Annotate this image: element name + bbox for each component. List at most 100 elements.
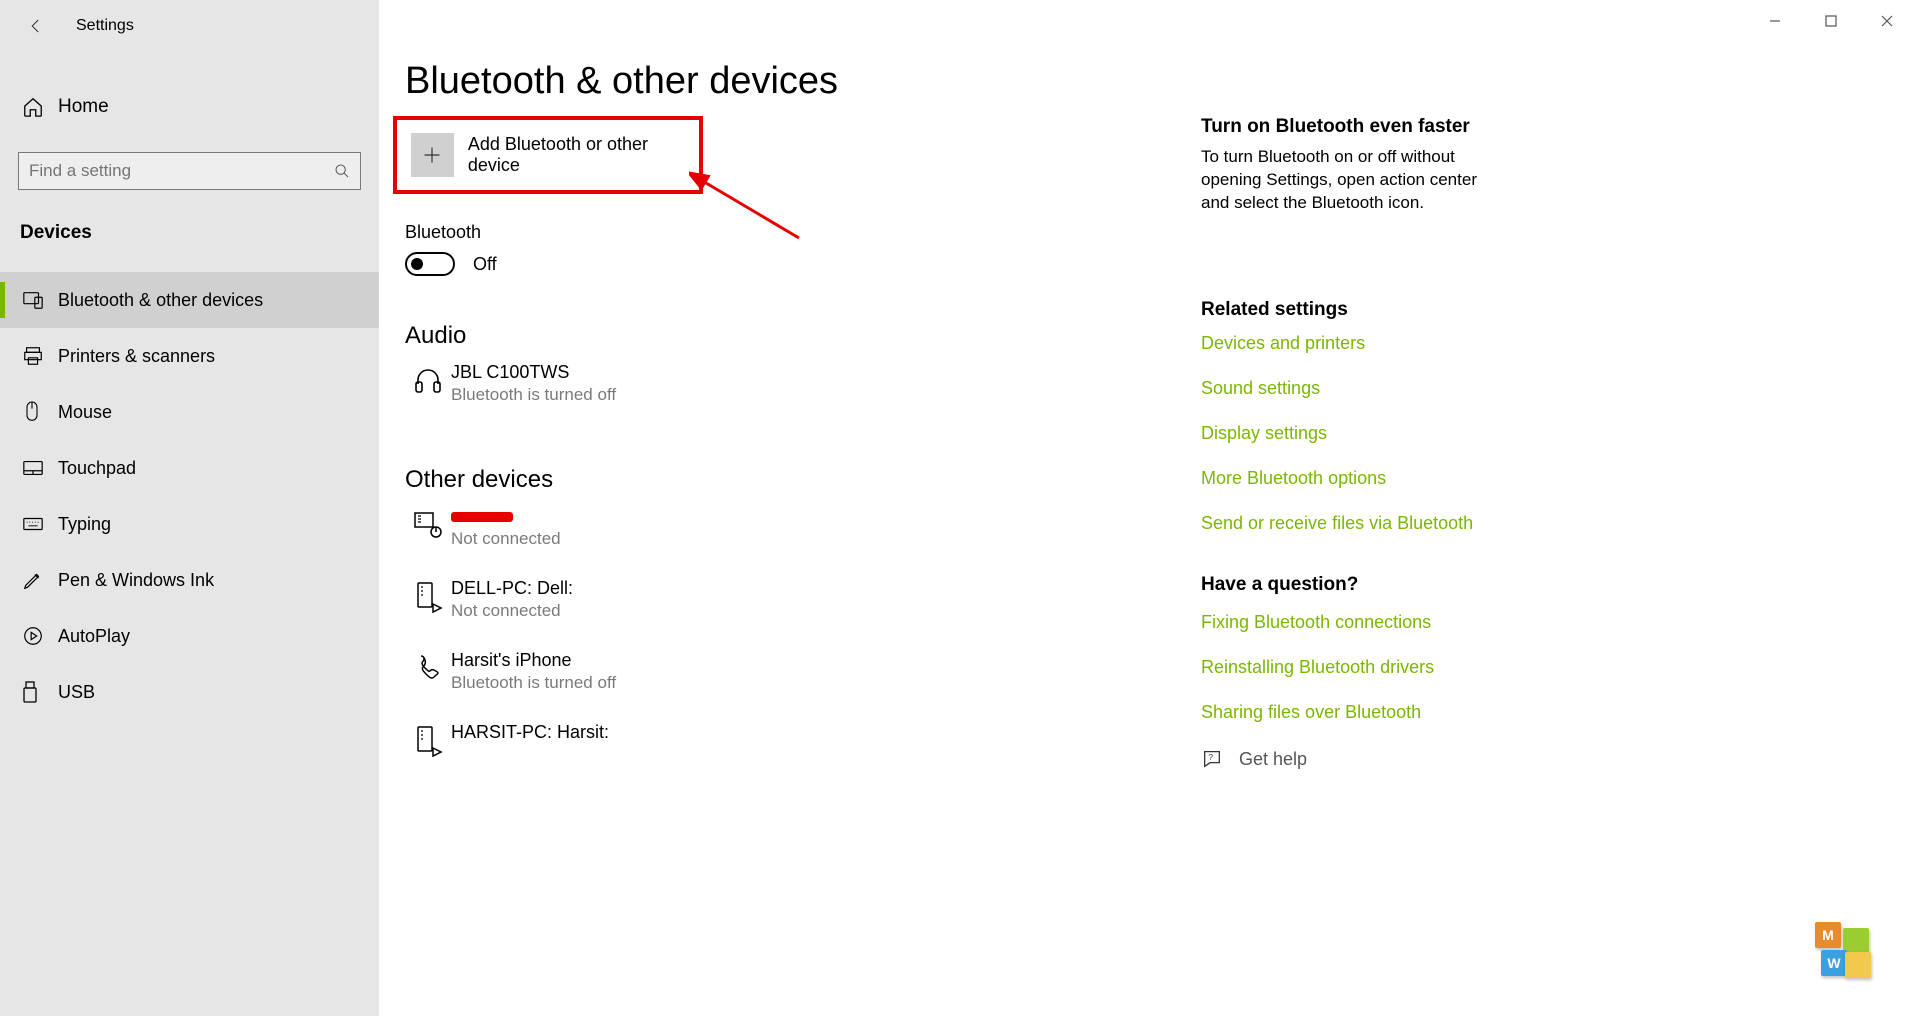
home-icon — [22, 96, 44, 118]
headphones-icon — [412, 364, 444, 396]
device-sub: Not connected — [451, 601, 573, 621]
window-controls — [1747, 4, 1915, 38]
maximize-button[interactable] — [1803, 4, 1859, 38]
sidebar-item-label: Bluetooth & other devices — [58, 290, 263, 311]
home-button[interactable]: Home — [0, 80, 379, 134]
usb-icon — [22, 680, 38, 704]
chat-icon: ? — [1201, 748, 1223, 770]
page-title: Bluetooth & other devices — [405, 60, 838, 103]
device-name: JBL C100TWS — [451, 362, 616, 383]
arrow-left-icon — [27, 17, 45, 35]
home-label: Home — [58, 96, 109, 118]
info-column: Turn on Bluetooth even faster To turn Bl… — [1201, 116, 1501, 747]
device-name: HARSIT-PC: Harsit: — [451, 722, 609, 743]
search-box[interactable] — [18, 152, 361, 190]
audio-heading: Audio — [405, 322, 466, 350]
pen-icon — [22, 569, 44, 591]
stream-device-icon — [413, 580, 443, 614]
sidebar-item-bluetooth[interactable]: Bluetooth & other devices — [0, 272, 379, 328]
add-device-label: Add Bluetooth or other device — [468, 134, 699, 176]
active-indicator — [0, 282, 5, 318]
sidebar-item-label: Pen & Windows Ink — [58, 570, 214, 591]
autoplay-icon — [22, 625, 44, 647]
close-button[interactable] — [1859, 4, 1915, 38]
sidebar: Settings Home Devices Bluetooth & other … — [0, 0, 379, 1016]
plus-box — [411, 133, 454, 177]
search-icon — [334, 163, 350, 179]
link-display-settings[interactable]: Display settings — [1201, 423, 1501, 444]
other-devices-heading: Other devices — [405, 466, 553, 494]
sidebar-item-printers[interactable]: Printers & scanners — [0, 328, 379, 384]
back-button[interactable] — [20, 10, 52, 42]
get-help-label: Get help — [1239, 749, 1307, 770]
tip-title: Turn on Bluetooth even faster — [1201, 116, 1501, 138]
close-icon — [1881, 15, 1893, 27]
main-pane: Bluetooth & other devices Add Bluetooth … — [379, 0, 1919, 1016]
sidebar-item-mouse[interactable]: Mouse — [0, 384, 379, 440]
link-more-bluetooth[interactable]: More Bluetooth options — [1201, 468, 1501, 489]
device-row[interactable]: Not connected — [405, 506, 616, 578]
tip-body: To turn Bluetooth on or off without open… — [1201, 146, 1501, 215]
printer-icon — [22, 345, 44, 367]
sidebar-item-touchpad[interactable]: Touchpad — [0, 440, 379, 496]
device-row[interactable]: HARSIT-PC: Harsit: — [405, 722, 616, 782]
sidebar-item-label: Typing — [58, 514, 111, 535]
link-send-receive[interactable]: Send or receive files via Bluetooth — [1201, 513, 1501, 534]
sidebar-item-autoplay[interactable]: AutoPlay — [0, 608, 379, 664]
redaction-mark — [451, 512, 513, 522]
sidebar-item-label: USB — [58, 682, 95, 703]
phone-icon — [412, 652, 444, 684]
annotation-arrow-icon — [689, 168, 819, 258]
bluetooth-label: Bluetooth — [405, 222, 481, 243]
device-row[interactable]: DELL-PC: Dell: Not connected — [405, 578, 616, 650]
mouse-icon — [22, 400, 42, 424]
sidebar-item-label: Mouse — [58, 402, 112, 423]
sidebar-list: Bluetooth & other devices Printers & sca… — [0, 272, 379, 720]
sidebar-item-label: Printers & scanners — [58, 346, 215, 367]
stream-device-icon — [413, 724, 443, 758]
bluetooth-toggle-row: Off — [405, 252, 497, 276]
sidebar-item-pen[interactable]: Pen & Windows Ink — [0, 552, 379, 608]
link-devices-printers[interactable]: Devices and printers — [1201, 333, 1501, 354]
question-links: Fixing Bluetooth connections Reinstallin… — [1201, 612, 1501, 723]
minimize-icon — [1769, 15, 1781, 27]
other-device-list: Not connected DELL-PC: Dell: Not connect… — [405, 506, 616, 782]
have-question-title: Have a question? — [1201, 574, 1501, 596]
link-sound-settings[interactable]: Sound settings — [1201, 378, 1501, 399]
link-fixing-bluetooth[interactable]: Fixing Bluetooth connections — [1201, 612, 1501, 633]
maximize-icon — [1825, 15, 1837, 27]
sidebar-item-label: Touchpad — [58, 458, 136, 479]
device-row[interactable]: JBL C100TWS Bluetooth is turned off — [405, 362, 616, 426]
watermark-logo: M W — [1815, 922, 1873, 980]
keyboard-icon — [22, 516, 44, 532]
minimize-button[interactable] — [1747, 4, 1803, 38]
related-links: Devices and printers Sound settings Disp… — [1201, 333, 1501, 534]
bluetooth-toggle[interactable] — [405, 252, 455, 276]
media-device-icon — [412, 508, 444, 540]
header-bar: Settings — [0, 0, 379, 52]
add-device-button[interactable]: Add Bluetooth or other device — [393, 116, 703, 194]
link-sharing-files[interactable]: Sharing files over Bluetooth — [1201, 702, 1501, 723]
device-name: DELL-PC: Dell: — [451, 578, 573, 599]
plus-icon — [422, 145, 442, 165]
sidebar-item-usb[interactable]: USB — [0, 664, 379, 720]
svg-text:?: ? — [1208, 753, 1213, 762]
sidebar-item-label: AutoPlay — [58, 626, 130, 647]
bluetooth-toggle-state: Off — [473, 254, 497, 275]
device-name: Harsit's iPhone — [451, 650, 616, 671]
link-reinstalling-drivers[interactable]: Reinstalling Bluetooth drivers — [1201, 657, 1501, 678]
audio-device-list: JBL C100TWS Bluetooth is turned off — [405, 362, 616, 426]
search-input[interactable] — [29, 161, 334, 181]
sidebar-item-typing[interactable]: Typing — [0, 496, 379, 552]
device-sub: Bluetooth is turned off — [451, 385, 616, 405]
device-row[interactable]: Harsit's iPhone Bluetooth is turned off — [405, 650, 616, 722]
window-title: Settings — [76, 17, 134, 35]
devices-icon — [22, 289, 44, 311]
device-sub: Not connected — [451, 529, 561, 549]
touchpad-icon — [22, 459, 44, 477]
device-name-redacted — [451, 506, 561, 527]
category-label: Devices — [20, 222, 379, 244]
device-sub: Bluetooth is turned off — [451, 673, 616, 693]
get-help-link[interactable]: ? Get help — [1201, 748, 1307, 770]
related-settings-title: Related settings — [1201, 299, 1501, 321]
